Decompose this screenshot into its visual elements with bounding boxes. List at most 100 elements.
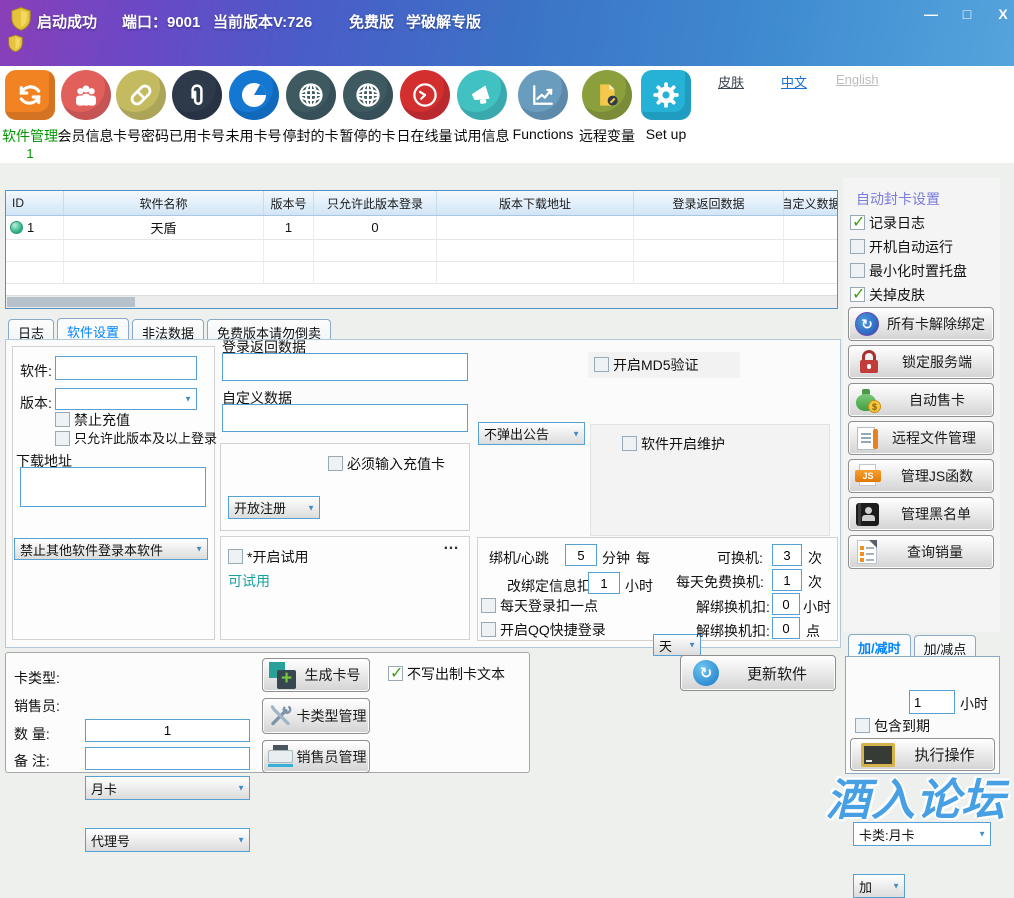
heartbeat-input[interactable] [565,544,597,566]
seller-dropdown[interactable]: 代理号 [85,828,250,852]
toolbar-item-setup[interactable]: Set up [638,70,694,142]
chinese-link[interactable]: 中文 [781,72,807,91]
toolbar-item-unused-cards[interactable]: 未用卡号 [225,70,282,146]
generate-cards-button[interactable]: 生成卡号 [262,658,370,692]
manage-js-button[interactable]: JS 管理JS函数 [848,459,994,493]
adjust-op-dropdown[interactable]: 加 [853,874,905,898]
toolbar-item-daily-online[interactable]: 日在线量 [396,70,453,146]
disable-skin-checkbox[interactable]: 关掉皮肤 [850,287,925,303]
toolbar-item-label: 未用卡号 [226,126,282,146]
maintenance-checkbox[interactable]: 软件开启维护 [622,436,725,452]
software-input[interactable] [55,356,197,380]
globe-icon [286,70,336,120]
column-header-name[interactable]: 软件名称 [64,191,264,215]
column-header-id[interactable]: ID [6,191,64,215]
query-sales-button[interactable]: 查询销量 [848,535,994,569]
scrollbar-thumb[interactable] [7,297,135,307]
close-button[interactable]: X [990,4,1014,24]
column-header-version[interactable]: 版本号 [264,191,314,215]
unbind-points-input[interactable] [772,617,800,639]
table-horizontal-scrollbar[interactable] [6,295,837,308]
toolbar-item-label: 停封的卡 [283,126,339,146]
custom-data-input[interactable] [222,404,468,432]
remote-file-button[interactable]: 远程文件管理 [848,421,994,455]
manage-card-types-button[interactable]: 卡类型管理 [262,698,370,734]
unbind-hours-input[interactable] [772,593,800,615]
toolbar-item-label: 软件管理 [2,126,58,146]
trial-available-link[interactable]: 可试用 [228,571,270,591]
period-dropdown[interactable]: 天 [653,634,701,656]
quantity-input[interactable] [85,719,250,742]
megaphone-icon [457,70,507,120]
download-url-input[interactable] [20,467,206,507]
table-row[interactable]: 1 天盾 1 0 [6,216,837,240]
qq-login-checkbox[interactable]: 开启QQ快捷登录 [481,622,606,638]
more-options-button[interactable]: … [443,536,459,554]
column-header-download[interactable]: 版本下载地址 [437,191,634,215]
watermark: 酒入论坛 [826,764,1006,828]
note-label: 备 注: [14,751,50,771]
toolbar-item-functions[interactable]: Functions [510,70,576,142]
switch-machine-input[interactable] [772,544,802,566]
clock-pie-icon [229,70,279,120]
free-switch-input[interactable] [772,569,802,591]
must-recharge-card-checkbox[interactable]: 必须输入充值卡 [328,456,445,472]
auto-sell-button[interactable]: 自动售卡 [848,383,994,417]
toolbar-item-member-info[interactable]: 会员信息 [58,70,113,146]
minimize-button[interactable]: — [918,4,944,24]
manage-sellers-button[interactable]: 销售员管理 [262,740,370,773]
tools-icon [267,703,294,729]
open-register-dropdown[interactable]: 开放注册 [228,496,320,519]
document-edit-icon [582,70,632,120]
port-text: 端口：9001 [122,11,200,32]
row-status-icon [10,221,23,234]
toolbar-item-label: 已用卡号 [169,126,225,146]
card-type-dropdown[interactable]: 月卡 [85,776,250,800]
log-checkbox[interactable]: 记录日志 [850,215,925,231]
blacklist-button[interactable]: 管理黑名单 [848,497,994,531]
toolbar-item-trial-info[interactable]: 试用信息 [453,70,510,146]
rebind-input[interactable] [588,572,620,594]
maximize-button[interactable]: □ [954,4,980,24]
minimize-tray-checkbox[interactable]: 最小化时置托盘 [850,263,967,279]
column-header-custom[interactable]: 自定义数据 [784,191,837,215]
toolbar-item-banned-cards[interactable]: 停封的卡 [282,70,339,146]
lock-server-button[interactable]: 锁定服务端 [848,345,994,379]
column-header-login-return[interactable]: 登录返回数据 [634,191,784,215]
no-recharge-checkbox[interactable]: 禁止充值 [55,412,130,428]
note-input[interactable] [85,747,250,770]
skin-link[interactable]: 皮肤 [718,72,744,91]
toolbar-item-remote-vars[interactable]: 远程变量 [576,70,638,146]
toolbar-item-software-manage[interactable]: 软件管理 1 [2,70,58,161]
adjust-amount-input[interactable] [909,690,955,714]
toolbar-item-paused-cards[interactable]: 暂停的卡 [339,70,396,146]
version-dropdown[interactable] [55,388,197,410]
checkbox-icon [228,549,243,564]
no-card-text-checkbox[interactable]: 不写出制卡文本 [388,666,505,682]
money-bag-icon [855,387,881,413]
forbid-other-login-dropdown[interactable]: 禁止其他软件登录本软件 [14,538,208,560]
toolbar-item-card-password[interactable]: 卡号密码 [113,70,169,146]
only-above-version-checkbox[interactable]: 只允许此版本及以上登录 [55,431,217,447]
daily-deduct-checkbox[interactable]: 每天登录扣一点 [481,598,598,614]
refresh-icon [5,70,55,120]
include-expire-checkbox[interactable]: 包含到期 [855,718,930,734]
update-software-button[interactable]: ↻ 更新软件 [680,655,836,691]
login-return-input[interactable] [222,353,468,381]
add-card-icon [269,662,296,689]
autorun-checkbox[interactable]: 开机自动运行 [850,239,953,255]
column-header-only-version[interactable]: 只允许此版本登录 [314,191,437,215]
toolbar-item-used-cards[interactable]: 已用卡号 [169,70,225,146]
english-link[interactable]: English [836,72,879,87]
toolbar-item-label: Functions [513,126,574,142]
auto-ban-settings-link[interactable]: 自动封卡设置 [856,189,940,209]
update-refresh-icon: ↻ [693,660,719,686]
enable-trial-checkbox[interactable]: *开启试用 [228,549,308,565]
toolbar: 软件管理 1 会员信息 卡号密码 已用卡号 未用卡号 [0,66,1014,163]
file-edit-icon [857,427,875,450]
announcement-dropdown[interactable]: 不弹出公告 [478,422,585,445]
seller-label: 销售员: [14,696,60,716]
unbind-all-button[interactable]: ↻ 所有卡解除绑定 [848,307,994,341]
switch-machine-label: 可换机: [717,548,763,568]
md5-checkbox[interactable]: 开启MD5验证 [594,357,699,373]
